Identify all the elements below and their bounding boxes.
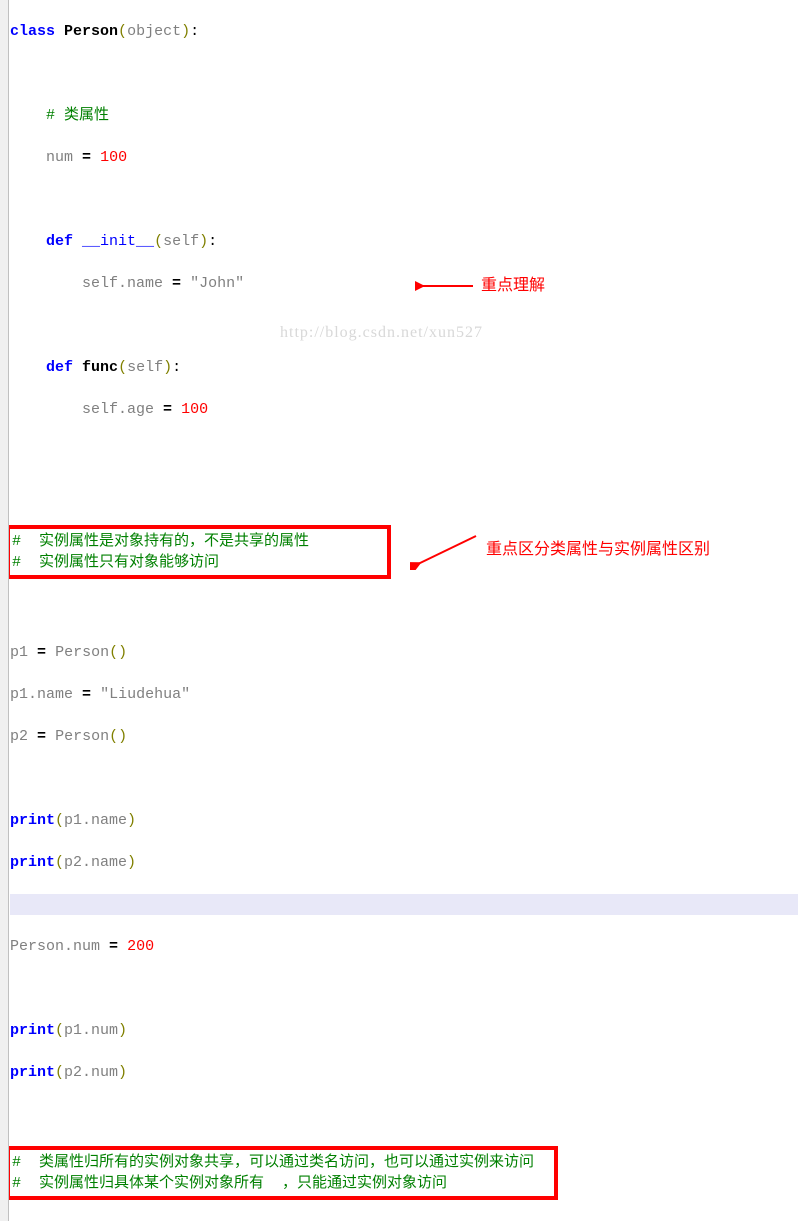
fn-func: func [82, 359, 118, 376]
kw-def-1: def [46, 233, 73, 250]
self-name: self.name [82, 275, 163, 292]
editor-gutter [0, 0, 9, 1221]
val-100: 100 [100, 149, 127, 166]
box2-line2: # 实例属性归具体某个实例对象所有 ，只能通过实例对象访问 [12, 1175, 447, 1192]
arg-p1num: p1.num [64, 1022, 118, 1039]
annotation-1: 重点理解 [415, 275, 545, 297]
print-2: print [10, 854, 55, 871]
annotation-2: 重点区分类属性与实例属性区别 [410, 530, 710, 570]
str-john: "John" [190, 275, 244, 292]
Person-num: Person.num [10, 938, 100, 955]
box1-line1: # 实例属性是对象持有的，不是共享的属性 [12, 533, 309, 550]
class-name: Person [64, 23, 118, 40]
kw-class: class [10, 23, 55, 40]
arg-p2name: p2.name [64, 854, 127, 871]
attr-num: num [46, 149, 73, 166]
kw-def-2: def [46, 359, 73, 376]
annotation-2-text: 重点区分类属性与实例属性区别 [486, 539, 710, 561]
comment-class-attr: # 类属性 [46, 107, 109, 124]
highlight-box-1: # 实例属性是对象持有的，不是共享的属性 # 实例属性只有对象能够访问 [6, 525, 391, 579]
val-200: 200 [127, 938, 154, 955]
annotation-1-text: 重点理解 [481, 275, 545, 297]
arg-p1name: p1.name [64, 812, 127, 829]
fn-init: __init__ [82, 233, 154, 250]
val-100-b: 100 [181, 401, 208, 418]
highlight-box-2: # 类属性归所有的实例对象共享，可以通过类名访问，也可以通过实例来访问 # 实例… [6, 1146, 558, 1200]
self-1: self [163, 233, 199, 250]
code-block: class Person(object): # 类属性 num = 100 de… [0, 0, 798, 1221]
self-age: self.age [82, 401, 154, 418]
p2: p2 [10, 728, 28, 745]
print-4: print [10, 1064, 55, 1081]
p1-name: p1.name [10, 686, 73, 703]
arrow-down-left-icon [410, 530, 480, 570]
Person-call-2: Person [55, 728, 109, 745]
arrow-left-icon [415, 276, 475, 296]
print-3: print [10, 1022, 55, 1039]
print-1: print [10, 812, 55, 829]
arg-p2num: p2.num [64, 1064, 118, 1081]
box1-line2: # 实例属性只有对象能够访问 [12, 554, 219, 571]
self-2: self [127, 359, 163, 376]
base-class: object [127, 23, 181, 40]
p1: p1 [10, 644, 28, 661]
box2-line1: # 类属性归所有的实例对象共享，可以通过类名访问，也可以通过实例来访问 [12, 1154, 534, 1171]
Person-call-1: Person [55, 644, 109, 661]
str-liu: "Liudehua" [100, 686, 190, 703]
